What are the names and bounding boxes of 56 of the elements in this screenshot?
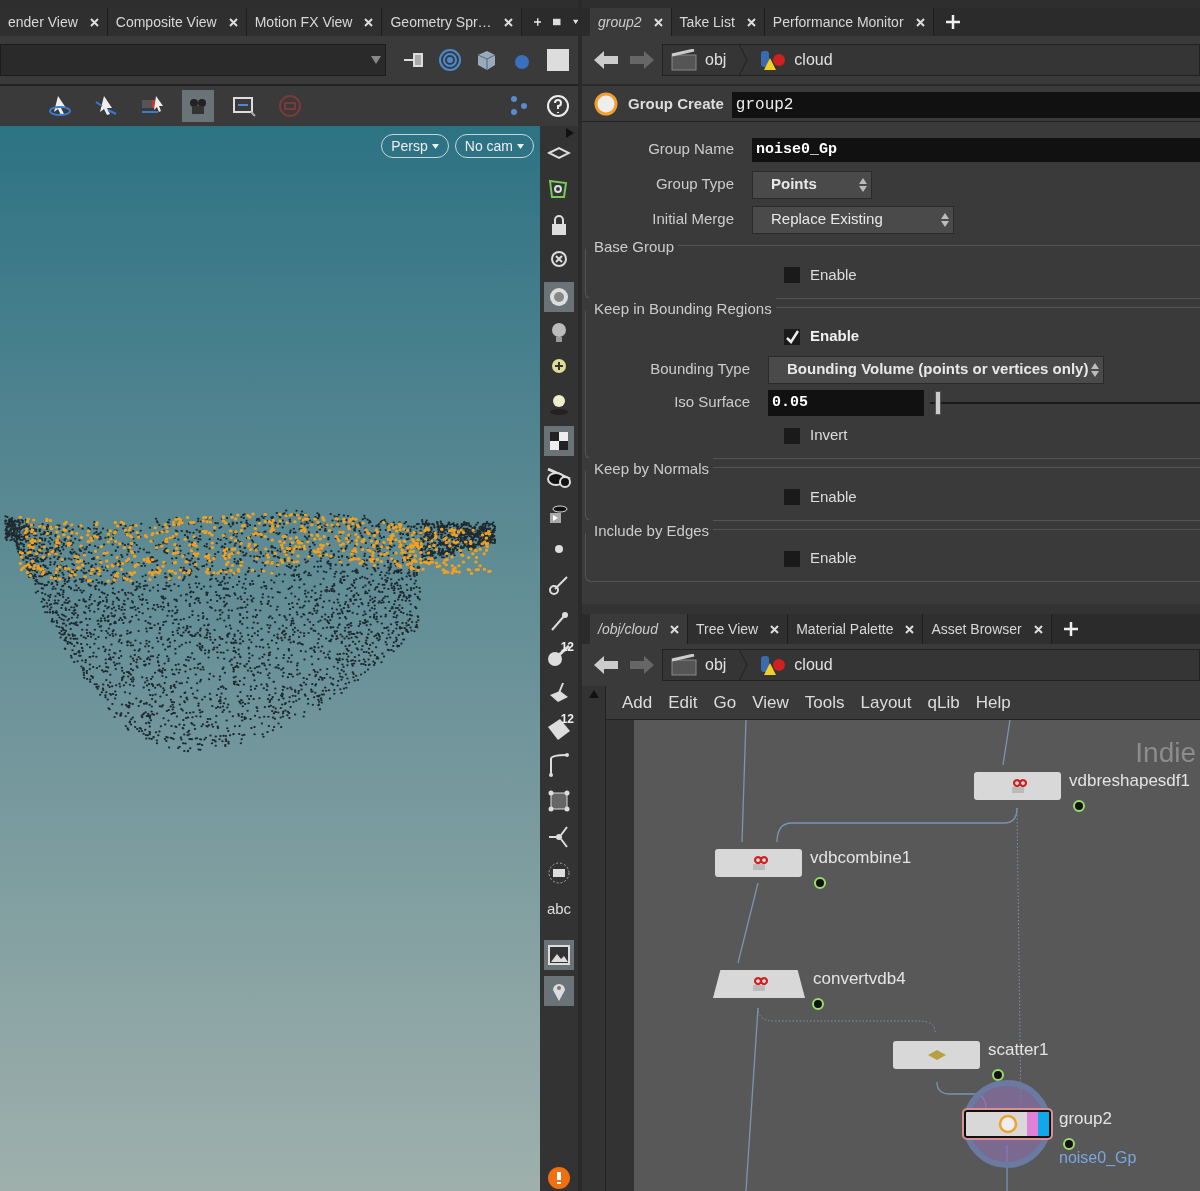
text-field[interactable]: noise0_Gp [752,137,1200,162]
path-segment[interactable]: obj [667,45,731,75]
menu-item[interactable]: Go [707,689,743,716]
node-label: vdbreshapesdf1 [1069,770,1190,792]
menu-item[interactable]: Help [969,689,1017,716]
node-label: vdbcombine1 [810,847,912,869]
checkbox-label: Invert [810,425,848,446]
group-label: noise0_Gp [1059,1148,1137,1168]
field-label: Group Type [654,174,735,195]
menu-item[interactable]: Add [616,689,659,716]
checkbox-label: Enable [810,264,857,285]
dropdown-menu[interactable]: Replace Existing [752,205,954,234]
checkbox-label: Enable [810,548,857,569]
menu-item[interactable]: Layout [854,689,918,716]
path-segment[interactable]: cloud [756,45,837,75]
tab[interactable]: group2 [590,8,672,36]
tab[interactable]: Motion FX View [246,8,383,36]
field-label: Iso Surface [673,392,751,413]
number-field[interactable]: 0.05 [768,389,924,416]
dropdown-menu[interactable]: Bounding Volume (points or vertices only) [768,355,1104,384]
tab[interactable]: Asset Browser [923,614,1052,644]
tab[interactable]: Tree View [687,614,789,644]
toolbar-button[interactable]: 12 [544,714,574,744]
menu-item[interactable]: Edit [662,689,704,716]
section-title: Keep in Bounding Regions [586,297,776,320]
node-label: convertvdb4 [813,968,906,990]
menu-item[interactable]: View [746,689,795,716]
number-label: 12 [560,711,574,728]
viewport[interactable]: Persp No cam [0,126,540,1191]
camera-menu-button[interactable]: No cam [454,134,534,158]
node-name-field[interactable]: group2 [731,91,1200,118]
tab[interactable]: Performance Monitor [764,8,934,36]
tab[interactable]: Geometry Spr… [382,8,522,36]
tab[interactable]: Composite View [107,8,247,36]
section-title: Include by Edges [586,519,714,542]
node-label: scatter1 [988,1039,1049,1061]
menu-item[interactable]: Tools [798,689,851,716]
tab[interactable]: ender View [0,8,108,36]
path-segment[interactable]: obj [667,650,731,680]
tab[interactable]: Material Palette [788,614,924,644]
checkbox-label: Enable [810,486,857,507]
text-tool-button[interactable]: abc [544,894,574,924]
camera-menu-button[interactable]: Persp [381,134,449,158]
checkbox-label: Enable [810,326,860,347]
tab[interactable]: /obj/cloud [590,614,688,644]
field-label: Bounding Type [649,359,751,380]
tab[interactable]: Take List [671,8,765,36]
node-type-label: Group Create [628,94,724,115]
dropdown-menu[interactable]: Points [752,170,872,199]
number-label: 12 [560,639,574,656]
field-label: Group Name [647,139,735,160]
node-label: group2 [1059,1108,1112,1130]
field-label: Initial Merge [651,209,735,230]
path-segment[interactable]: cloud [756,650,837,680]
toolbar-button[interactable]: 12 [544,642,574,672]
menu-item[interactable]: qLib [921,689,966,716]
